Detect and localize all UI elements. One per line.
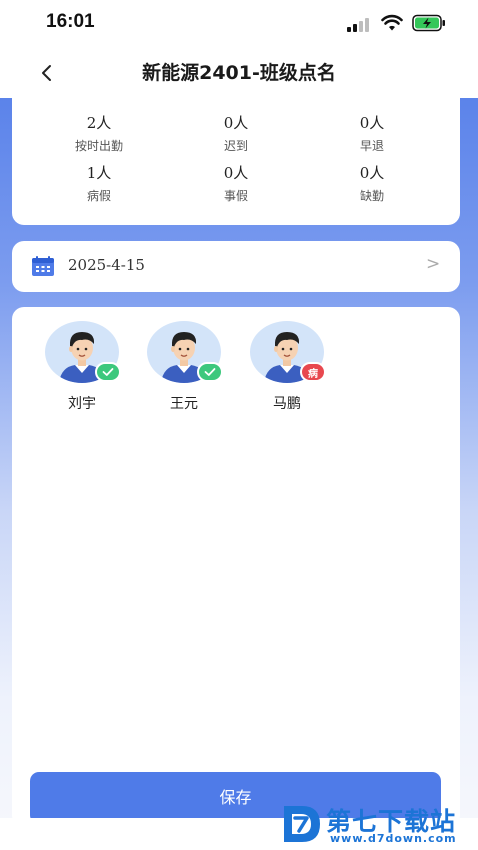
stat-absent: 0人 缺勤 (312, 162, 432, 204)
student-item[interactable]: 王元 (147, 321, 225, 413)
stat-label: 病假 (86, 189, 111, 203)
stat-value: 0人 (359, 114, 385, 132)
check-icon (204, 368, 216, 376)
page-title: 新能源2401-班级点名 (142, 62, 336, 84)
stat-label: 事假 (223, 189, 248, 203)
calendar-icon (32, 256, 54, 276)
attendance-stats-card: 2人 按时出勤 0人 迟到 0人 早退 1人 病假 0人 事假 0人 缺勤 (12, 92, 460, 225)
selected-date: 2025-4-15 (68, 256, 145, 274)
battery-charging-icon (412, 14, 445, 32)
stat-label: 缺勤 (359, 189, 384, 203)
stat-value: 0人 (359, 164, 385, 182)
d7down-logo-icon (284, 806, 320, 842)
student-name: 马鹏 (273, 396, 301, 412)
stat-personal-leave: 0人 事假 (176, 162, 296, 204)
stat-leave-early: 0人 早退 (312, 112, 432, 154)
student-item[interactable]: 刘宇 (45, 321, 123, 413)
stat-value: 1人 (86, 164, 112, 182)
stat-late: 0人 迟到 (176, 112, 296, 154)
stat-label: 按时出勤 (74, 139, 123, 153)
date-picker[interactable]: 2025-4-15 > (12, 241, 460, 292)
chevron-right-icon: > (426, 254, 441, 274)
student-name: 刘宇 (68, 396, 96, 412)
student-name: 王元 (170, 396, 198, 412)
watermark-url: www.d7down.com (330, 832, 457, 845)
stat-sick-leave: 1人 病假 (39, 162, 159, 204)
avatar (147, 321, 223, 383)
sick-badge: 病 (300, 362, 326, 382)
status-bar: 16:01 (0, 0, 478, 48)
wifi-icon (381, 14, 403, 31)
avatar (45, 321, 121, 383)
stat-label: 迟到 (223, 139, 248, 153)
cellular-signal-icon (347, 18, 373, 32)
present-badge (197, 362, 223, 382)
present-badge (95, 362, 121, 382)
stat-value: 0人 (223, 114, 249, 132)
status-time: 16:01 (46, 11, 95, 32)
nav-bar: 新能源2401-班级点名 (0, 48, 478, 98)
stat-value: 2人 (86, 114, 112, 132)
avatar: 病 (250, 321, 326, 383)
app-screen: 16:01 新能源2401-班级点名 2人 按时出勤 0人 迟到 0人 早退 1… (0, 0, 478, 850)
stat-value: 0人 (223, 164, 249, 182)
check-icon (102, 368, 114, 376)
stat-label: 早退 (359, 139, 384, 153)
student-list-card: 刘宇 王元 病 马鹏 (12, 307, 460, 827)
student-item[interactable]: 病 马鹏 (250, 321, 328, 413)
stat-on-time: 2人 按时出勤 (39, 112, 159, 154)
watermark: 第七下载站 www.d7down.com (280, 798, 478, 850)
